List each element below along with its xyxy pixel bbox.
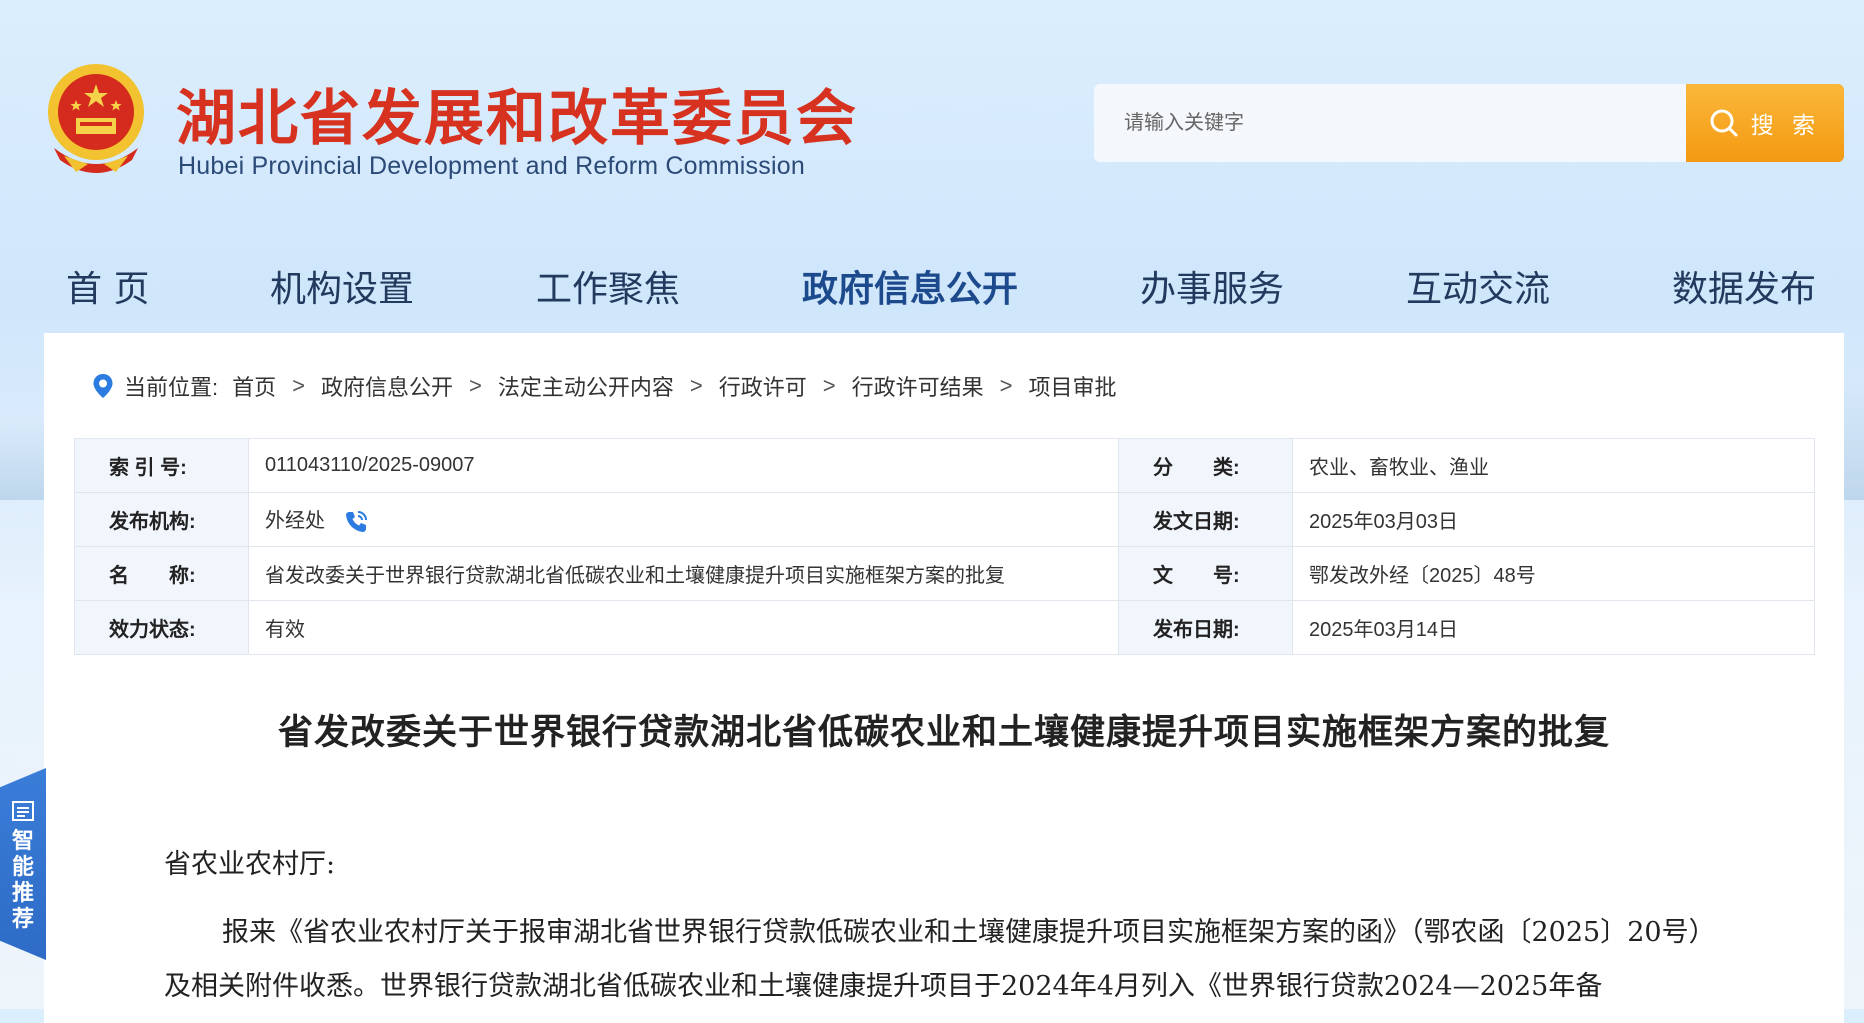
publishing-org-value: 外经处 — [265, 510, 325, 533]
smart-recommend-label: 智能推荐 — [11, 828, 34, 931]
article-paragraph: 报来《省农业农村厅关于报审湖北省世界银行贷款低碳农业和土壤健康提升项目实施框架方… — [164, 917, 1716, 1002]
national-emblem-logo — [40, 60, 152, 178]
breadcrumb-item[interactable]: 项目审批 — [1029, 370, 1117, 402]
list-icon — [12, 801, 34, 821]
breadcrumb-item[interactable]: 行政许可 — [719, 370, 807, 402]
document-number-value: 鄂发改外经〔2025〕48号 — [1292, 546, 1815, 601]
site-title: 湖北省发展和改革委员会 — [176, 84, 858, 154]
breadcrumb-separator: > — [689, 373, 703, 398]
breadcrumb-separator: > — [822, 373, 836, 398]
table-row: 索 引 号: 011043110/2025-09007 分 类: 农业、畜牧业、… — [74, 438, 1815, 493]
breadcrumb-item[interactable]: 政府信息公开 — [321, 370, 453, 402]
skyline-right-decoration — [1844, 380, 1864, 500]
site-subtitle: Hubei Provincial Development and Reform … — [178, 152, 805, 180]
search-icon — [1710, 109, 1738, 137]
document-name-value: 省发改委关于世界银行贷款湖北省低碳农业和土壤健康提升项目实施框架方案的批复 — [248, 546, 1119, 601]
issue-date-label: 发文日期: — [1118, 492, 1293, 547]
category-value: 农业、畜牧业、渔业 — [1292, 438, 1815, 493]
issue-date-value: 2025年03月03日 — [1292, 492, 1815, 547]
nav-organization[interactable]: 机构设置 — [270, 260, 414, 312]
index-number-value: 011043110/2025-09007 — [248, 438, 1119, 493]
publish-date-value: 2025年03月14日 — [1292, 600, 1815, 655]
publishing-org-label: 发布机构: — [74, 492, 249, 547]
index-number-label: 索 引 号: — [74, 438, 249, 493]
article-title: 省发改委关于世界银行贷款湖北省低碳农业和土壤健康提升项目实施框架方案的批复 — [277, 712, 1610, 753]
breadcrumb-separator: > — [292, 373, 305, 398]
publish-date-label: 发布日期: — [1118, 600, 1293, 655]
breadcrumb-separator: > — [999, 373, 1013, 398]
nav-home[interactable]: 首 页 — [66, 260, 149, 312]
document-metadata-table: 索 引 号: 011043110/2025-09007 分 类: 农业、畜牧业、… — [74, 438, 1815, 655]
table-row: 名 称: 省发改委关于世界银行贷款湖北省低碳农业和土壤健康提升项目实施框架方案的… — [74, 546, 1815, 601]
category-label: 分 类: — [1118, 438, 1293, 493]
breadcrumb-prefix: 当前位置: — [124, 375, 219, 400]
nav-interaction[interactable]: 互动交流 — [1406, 260, 1550, 312]
skyline-left-decoration — [0, 420, 46, 500]
search-button-label: 搜 索 — [1750, 112, 1822, 138]
nav-services[interactable]: 办事服务 — [1140, 260, 1284, 312]
table-row: 效力状态: 有效 发布日期: 2025年03月14日 — [74, 600, 1815, 655]
breadcrumb-item[interactable]: 首页 — [232, 370, 276, 402]
phone-icon[interactable] — [343, 509, 369, 535]
validity-status-label: 效力状态: — [74, 600, 249, 655]
publishing-org-cell: 外经处 — [248, 492, 1119, 547]
nav-data-release[interactable]: 数据发布 — [1672, 260, 1816, 312]
smart-recommend-tab[interactable]: 智能推荐 — [0, 768, 46, 960]
main-nav: 首 页 机构设置 工作聚焦 政府信息公开 办事服务 互动交流 数据发布 — [0, 260, 1864, 320]
article-salutation: 省农业农村厅: — [164, 849, 336, 880]
search-input[interactable] — [1094, 84, 1686, 162]
search-button[interactable]: 搜 索 — [1686, 84, 1844, 162]
breadcrumb: 当前位置: 首页 > 政府信息公开 > 法定主动公开内容 > 行政许可 > 行政… — [92, 370, 1117, 402]
breadcrumb-item[interactable]: 法定主动公开内容 — [498, 370, 674, 402]
breadcrumb-separator: > — [469, 373, 482, 398]
nav-work-focus[interactable]: 工作聚焦 — [536, 260, 680, 312]
validity-status-value: 有效 — [248, 600, 1119, 655]
document-name-label: 名 称: — [74, 546, 249, 601]
nav-gov-info-disclosure[interactable]: 政府信息公开 — [802, 260, 1018, 312]
location-pin-icon — [93, 374, 113, 398]
table-row: 发布机构: 外经处 发文日期: 2025年03月03日 — [74, 492, 1815, 547]
document-number-label: 文 号: — [1118, 546, 1293, 601]
breadcrumb-item[interactable]: 行政许可结果 — [852, 370, 984, 402]
